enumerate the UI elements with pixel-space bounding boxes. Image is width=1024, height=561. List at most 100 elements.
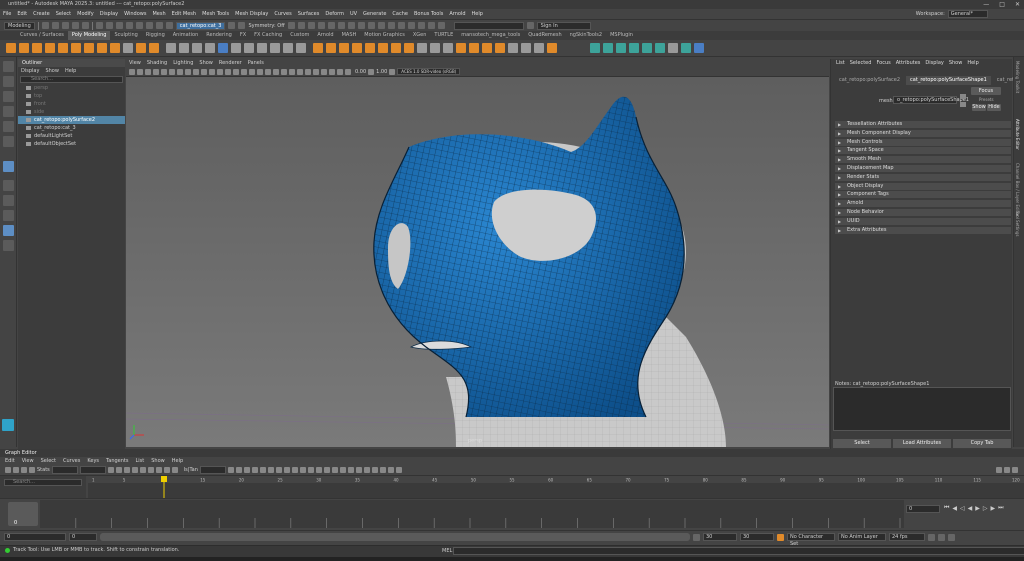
ge-center-current-icon[interactable] (243, 467, 250, 473)
outliner-item[interactable]: defaultLightSet (18, 132, 125, 140)
bridge-icon[interactable] (257, 43, 267, 53)
target-weld-icon[interactable] (326, 43, 336, 53)
connect-icon[interactable] (339, 43, 349, 53)
film-gate-icon[interactable] (185, 68, 191, 75)
outliner-search-input[interactable]: Search... (20, 76, 123, 83)
ae-section-header[interactable]: Object Display (835, 182, 1011, 190)
ambient-occlusion-icon[interactable] (281, 68, 287, 75)
outliner-layout-icon[interactable] (2, 225, 14, 236)
outliner-item[interactable]: defaultObjectSet (18, 140, 125, 148)
vtab-attribute-editor[interactable]: Attribute Editor (1015, 119, 1020, 150)
shelftab-animation[interactable]: Animation (169, 31, 203, 40)
ge-plateau-tangent-icon[interactable] (155, 467, 162, 473)
workspace-icon[interactable] (377, 22, 385, 29)
camera-select-icon[interactable] (129, 68, 135, 75)
menu-edit-mesh[interactable]: Edit Mesh (169, 9, 199, 20)
ae-tab-transform[interactable]: cat_retopo:polySurface2 (835, 76, 904, 85)
outliner-item[interactable]: cat_retopo:cat_3 (18, 124, 125, 132)
shelftab-sculpting[interactable]: Sculpting (110, 31, 141, 40)
auto-uv-icon[interactable] (521, 43, 531, 53)
ge-settings-icon[interactable] (996, 467, 1002, 473)
move-tool-icon[interactable] (2, 106, 14, 117)
separate-icon[interactable] (179, 43, 189, 53)
gate-mask-icon[interactable] (201, 68, 207, 75)
anim-prefs-icon[interactable] (948, 533, 955, 541)
ge-dope-sheet-icon[interactable] (363, 467, 370, 473)
poly-torus-icon[interactable] (58, 43, 68, 53)
poly-cone-icon[interactable] (45, 43, 55, 53)
fill-hole-icon[interactable] (283, 43, 293, 53)
poly-svg-icon[interactable] (149, 43, 159, 53)
ae-menu-help[interactable]: Help (967, 59, 978, 68)
camera-uv-icon[interactable] (534, 43, 544, 53)
ge-infinity-icon[interactable] (291, 467, 298, 473)
animation-end-field[interactable]: 30 (740, 533, 774, 541)
ge-frame-playback-icon[interactable] (235, 467, 242, 473)
playback-start-field[interactable]: 0 (69, 533, 97, 541)
current-time-field[interactable]: 0 (906, 505, 940, 513)
isolate-select-icon[interactable] (313, 68, 319, 75)
ae-section-header[interactable]: Component Tags (835, 191, 1011, 199)
reduce-icon[interactable] (456, 43, 466, 53)
motion-blur-icon[interactable] (289, 68, 295, 75)
step-back-frame-icon[interactable]: ◁ (960, 505, 965, 512)
snap-point-icon[interactable] (145, 22, 153, 29)
ge-lattice-icon[interactable] (21, 467, 27, 473)
camera-attributes-icon[interactable] (137, 68, 143, 75)
outliner-item[interactable]: side (18, 108, 125, 116)
menu-surfaces[interactable]: Surfaces (295, 9, 323, 20)
selection-field[interactable]: cat_retopo:cat_3 (175, 21, 226, 30)
gamma-icon[interactable] (368, 68, 375, 75)
new-scene-icon[interactable] (41, 22, 49, 29)
ae-section-header[interactable]: Render Stats (835, 173, 1011, 181)
poly-text-icon[interactable] (136, 43, 146, 53)
poly-platonic-icon[interactable] (97, 43, 107, 53)
shelftab-motion-graphics[interactable]: Motion Graphics (360, 31, 409, 40)
smooth-shade-icon[interactable] (241, 68, 247, 75)
ae-section-header[interactable]: Tangent Space (835, 147, 1011, 155)
menu-mesh[interactable]: Mesh (149, 9, 168, 20)
ae-tab-shape[interactable]: cat_retopo:polySurfaceShape1 (906, 76, 991, 85)
append-icon[interactable] (270, 43, 280, 53)
symmetry-icon[interactable] (238, 22, 246, 29)
wireframe-on-shaded-icon[interactable] (249, 68, 255, 75)
field-chart-icon[interactable] (209, 68, 215, 75)
cloud-icon[interactable] (526, 22, 534, 29)
play-forward-icon[interactable]: ▶ (975, 505, 980, 512)
poly-sphere-icon[interactable] (6, 43, 16, 53)
edge-loop-icon[interactable] (365, 43, 375, 53)
render-settings-icon[interactable] (307, 22, 315, 29)
outliner-menu-help[interactable]: Help (65, 67, 76, 75)
shelftab-mash[interactable]: MASH (338, 31, 361, 40)
ge-clamped-tangent-icon[interactable] (123, 467, 130, 473)
ge-value-snap-icon[interactable] (355, 467, 362, 473)
shelftab-fx-caching[interactable]: FX Caching (250, 31, 286, 40)
ge-layer-icon[interactable] (387, 467, 394, 473)
ge-search-input[interactable]: Search... (4, 479, 82, 486)
mel-label[interactable]: MEL (442, 548, 452, 554)
menu-uv[interactable]: UV (347, 9, 360, 20)
ge-move-key-icon[interactable] (5, 467, 11, 473)
ge-tangent-field[interactable] (199, 466, 226, 474)
retopo-icon[interactable] (469, 43, 479, 53)
shelftab-fx[interactable]: FX (236, 31, 250, 40)
planar-uv-icon[interactable] (508, 43, 518, 53)
vp-menu-lighting[interactable]: Lighting (173, 59, 193, 67)
shelftab-ngskintools2[interactable]: ngSkinTools2 (566, 31, 606, 40)
multi-cut-icon[interactable] (313, 43, 323, 53)
menu-mesh-display[interactable]: Mesh Display (232, 9, 271, 20)
ge-linear-tangent-icon[interactable] (131, 467, 138, 473)
hypershade-shelf-icon[interactable] (694, 43, 704, 53)
ae-section-header[interactable]: Tessellation Attributes (835, 121, 1011, 128)
outliner-item[interactable]: top (18, 92, 125, 100)
vtab-channel-box[interactable]: Channel Box / Layer Editor (1015, 163, 1020, 216)
shelftab-rigging[interactable]: Rigging (142, 31, 169, 40)
shelftab-turtle[interactable]: TURTLE (430, 31, 457, 40)
symmetry-status[interactable]: Symmetry: Off (248, 23, 284, 29)
sweep-mesh-icon[interactable] (123, 43, 133, 53)
ge-trax-icon[interactable] (371, 467, 378, 473)
ge-isolate-curve-icon[interactable] (331, 467, 338, 473)
ae-select-button[interactable]: Select (833, 438, 891, 448)
vtab-modeling-toolkit[interactable]: Modeling Toolkit (1015, 61, 1020, 93)
node-editor-icon[interactable] (387, 22, 395, 29)
